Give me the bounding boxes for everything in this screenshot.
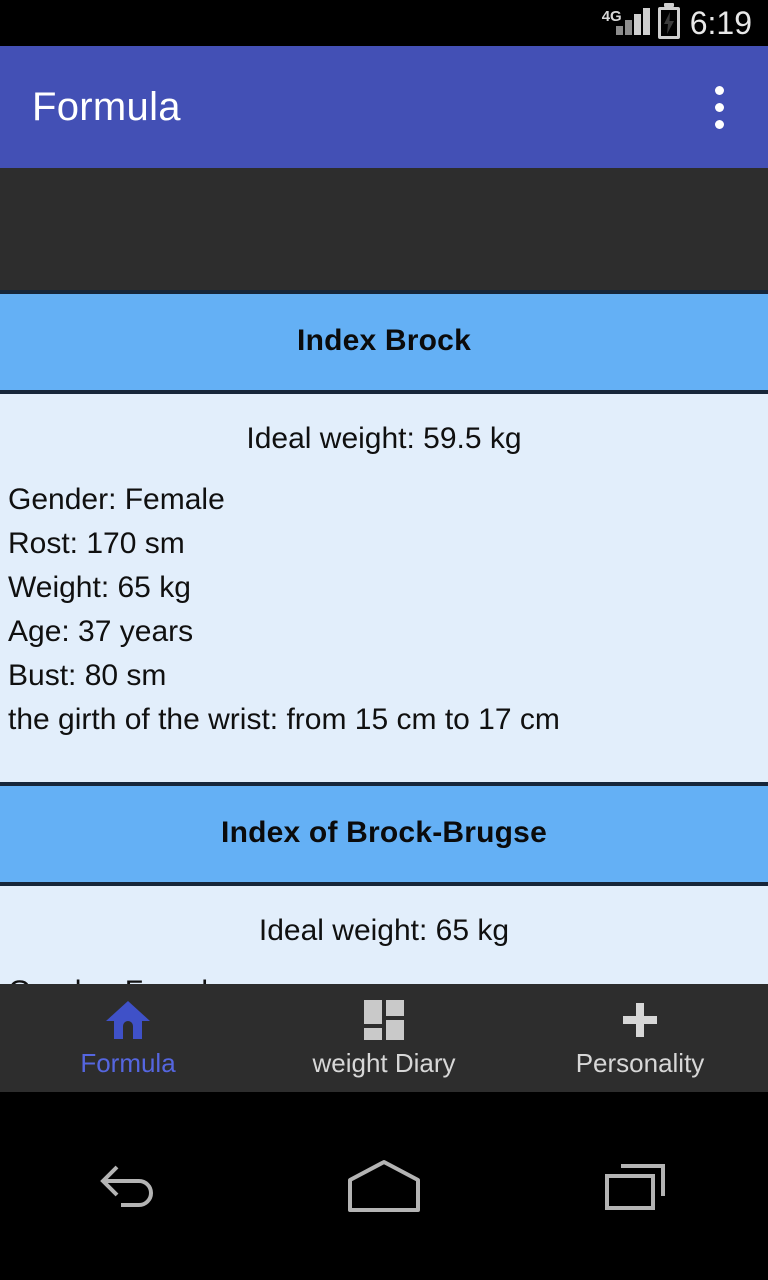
tab-label: Formula xyxy=(80,1047,176,1078)
overflow-menu-icon[interactable] xyxy=(701,76,738,139)
tab-weight-diary[interactable]: weight Diary xyxy=(256,998,512,1079)
content-scroll-area[interactable]: Index Brock Ideal weight: 59.5 kg Gender… xyxy=(0,168,768,1046)
page-title: Formula xyxy=(32,84,181,129)
card-header: Index Brock xyxy=(0,290,768,394)
signal-bars-icon: 4G xyxy=(602,8,650,38)
phone-screen: 4G 6:19 Formula Index Brock Ideal weight… xyxy=(0,0,768,1280)
recent-apps-icon[interactable] xyxy=(512,1158,768,1214)
app-bar: Formula xyxy=(0,46,768,168)
status-bar-clock: 6:19 xyxy=(689,5,752,41)
home-icon xyxy=(105,998,151,1042)
tab-formula[interactable]: Formula xyxy=(0,998,256,1079)
tab-personality[interactable]: Personality xyxy=(512,998,768,1079)
dashboard-icon xyxy=(362,998,406,1042)
detail-list: Gender: Female Rost: 170 sm Weight: 65 k… xyxy=(0,478,768,742)
card-title: Index Brock xyxy=(297,324,471,357)
tab-label: Personality xyxy=(575,1047,705,1078)
detail-row: Rost: 170 sm xyxy=(8,527,185,560)
card-title: Index of Brock-Brugse xyxy=(221,816,547,849)
detail-row: Gender: Female xyxy=(8,483,225,516)
ideal-weight-value: Ideal weight: 65 kg xyxy=(258,914,510,947)
back-arrow-icon[interactable] xyxy=(0,1161,256,1211)
card-header: Index of Brock-Brugse xyxy=(0,782,768,886)
bottom-tab-bar: Formula weight Diary Personality xyxy=(0,984,768,1092)
tab-label: weight Diary xyxy=(312,1047,456,1078)
ideal-weight-value: Ideal weight: 59.5 kg xyxy=(246,422,522,455)
status-bar: 4G 6:19 xyxy=(0,0,768,46)
index-card: Index Brock Ideal weight: 59.5 kg Gender… xyxy=(0,290,768,782)
battery-charging-icon xyxy=(657,7,680,39)
android-nav-bar xyxy=(0,1092,768,1280)
detail-row: the girth of the wrist: from 15 cm to 17… xyxy=(8,703,560,736)
detail-row: Age: 37 years xyxy=(8,615,194,648)
detail-row: Bust: 80 sm xyxy=(8,659,167,692)
top-empty-band xyxy=(0,168,768,290)
plus-icon xyxy=(620,998,660,1042)
detail-row: Weight: 65 kg xyxy=(8,571,191,604)
home-pentagon-icon[interactable] xyxy=(256,1158,512,1214)
card-body: Ideal weight: 59.5 kg Gender: Female Ros… xyxy=(0,394,768,782)
